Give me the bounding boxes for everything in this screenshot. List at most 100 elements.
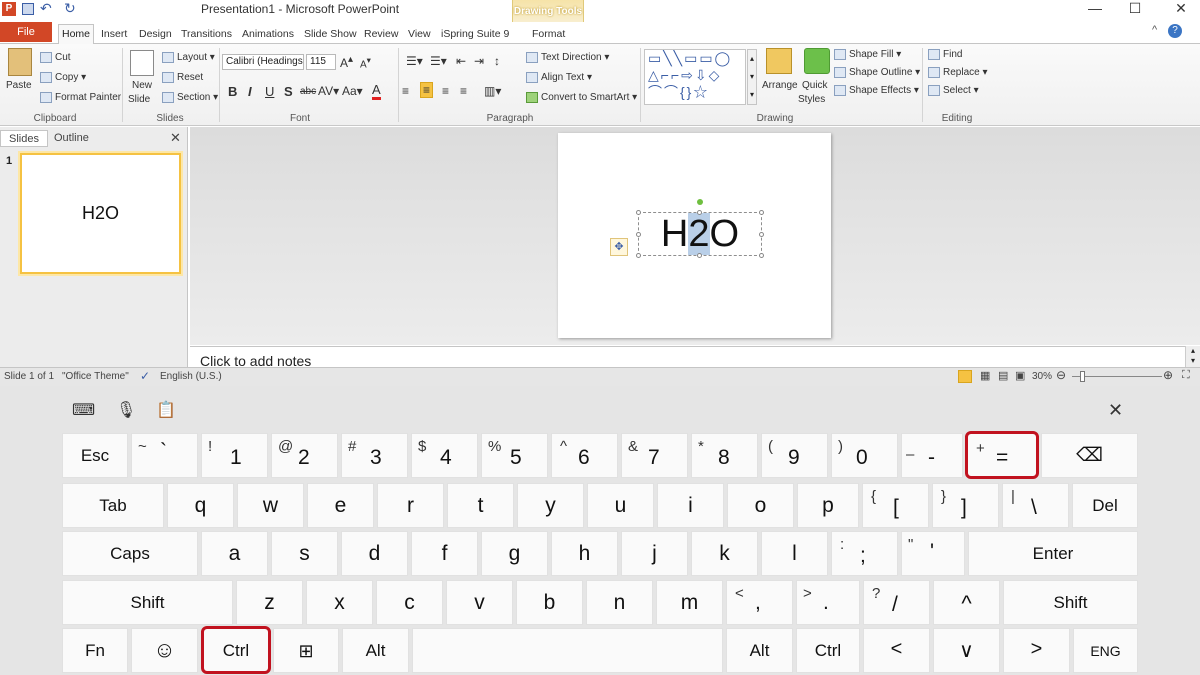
- help-icon[interactable]: ?: [1168, 24, 1182, 38]
- key-8[interactable]: * 8: [691, 433, 758, 478]
- zoom-level[interactable]: 30%: [1032, 371, 1052, 382]
- key-z[interactable]: z: [236, 580, 303, 625]
- reset-button[interactable]: Reset: [162, 72, 203, 83]
- maximize-button[interactable]: ☐: [1120, 0, 1150, 18]
- bullets-button[interactable]: ☰▾: [406, 54, 423, 68]
- key-close-bracket[interactable]: }]: [932, 483, 999, 528]
- resize-handle[interactable]: [636, 253, 641, 258]
- key-k[interactable]: k: [691, 531, 758, 576]
- zoom-out-icon[interactable]: ⊖: [1056, 368, 1066, 382]
- tab-transitions[interactable]: Transitions: [181, 26, 232, 42]
- copy-button[interactable]: Copy ▾: [40, 72, 86, 83]
- resize-handle[interactable]: [636, 232, 641, 237]
- key-3[interactable]: #3: [341, 433, 408, 478]
- slide-thumbnail[interactable]: H2O: [20, 153, 181, 274]
- shape-fill-button[interactable]: Shape Fill ▾: [834, 49, 901, 60]
- italic-button[interactable]: I: [248, 84, 252, 99]
- shadow-button[interactable]: S: [284, 84, 293, 99]
- char-spacing-button[interactable]: AV▾: [318, 84, 339, 98]
- key-n[interactable]: n: [586, 580, 653, 625]
- find-button[interactable]: Find: [928, 49, 962, 60]
- rotation-handle[interactable]: [697, 199, 703, 205]
- key-open-bracket[interactable]: {[: [862, 483, 929, 528]
- tab-design[interactable]: Design: [139, 26, 172, 42]
- key-h[interactable]: h: [551, 531, 618, 576]
- quick-styles-button-line1[interactable]: Quick: [802, 80, 828, 91]
- key-esc[interactable]: Esc: [62, 433, 128, 478]
- fit-slide-icon[interactable]: ⛶: [1182, 369, 1190, 382]
- key-del[interactable]: Del: [1072, 483, 1138, 528]
- key-v[interactable]: v: [446, 580, 513, 625]
- tab-slides-panel[interactable]: Slides: [0, 130, 48, 147]
- align-text-button[interactable]: Align Text ▾: [526, 72, 592, 83]
- key-enter[interactable]: Enter: [968, 531, 1138, 576]
- key-y[interactable]: y: [517, 483, 584, 528]
- font-size-combo[interactable]: 115: [306, 54, 336, 70]
- key-g[interactable]: g: [481, 531, 548, 576]
- replace-button[interactable]: Replace ▾: [928, 67, 988, 78]
- key-down-arrow[interactable]: ∨: [933, 628, 1000, 673]
- key-i[interactable]: i: [657, 483, 724, 528]
- shrink-font-button[interactable]: A▾: [360, 55, 371, 70]
- underline-button[interactable]: U: [265, 84, 274, 99]
- quick-styles-icon[interactable]: [804, 48, 830, 74]
- file-tab[interactable]: File: [0, 22, 52, 42]
- bold-button[interactable]: B: [228, 84, 237, 99]
- key-emoji[interactable]: ☺: [131, 628, 198, 673]
- key-l[interactable]: l: [761, 531, 828, 576]
- decrease-indent-button[interactable]: ⇤: [456, 54, 466, 68]
- arrange-icon[interactable]: [766, 48, 792, 74]
- tab-view[interactable]: View: [408, 26, 431, 42]
- key-left-arrow[interactable]: <: [863, 628, 930, 673]
- zoom-in-icon[interactable]: ⊕: [1163, 368, 1173, 382]
- slide-text[interactable]: H2O: [638, 213, 762, 255]
- key-c[interactable]: c: [376, 580, 443, 625]
- tab-review[interactable]: Review: [364, 26, 398, 42]
- shapes-gallery[interactable]: ▭╲╲▭▭◯ △⌐⌐⇨⇩◇ ⌒⌒{}☆: [644, 49, 746, 105]
- language[interactable]: English (U.S.): [160, 371, 222, 382]
- close-window-button[interactable]: ✕: [1166, 0, 1196, 18]
- convert-smartart-button[interactable]: Convert to SmartArt ▾: [526, 92, 637, 103]
- key-s[interactable]: s: [271, 531, 338, 576]
- text-direction-button[interactable]: Text Direction ▾: [526, 52, 609, 63]
- key-language[interactable]: ENG: [1073, 628, 1138, 673]
- key-9[interactable]: (9: [761, 433, 828, 478]
- key-backslash[interactable]: | \: [1002, 483, 1069, 528]
- key-alt-right[interactable]: Alt: [726, 628, 793, 673]
- key-p[interactable]: p: [797, 483, 859, 528]
- key-t[interactable]: t: [447, 483, 514, 528]
- format-painter-button[interactable]: Format Painter: [40, 92, 121, 103]
- tab-outline-panel[interactable]: Outline: [46, 130, 97, 147]
- key-0[interactable]: ) 0: [831, 433, 898, 478]
- microphone-icon[interactable]: 🎙: [116, 400, 136, 420]
- minimize-button[interactable]: —: [1080, 0, 1110, 18]
- cut-button[interactable]: Cut: [40, 52, 71, 63]
- resize-handle[interactable]: [759, 210, 764, 215]
- resize-handle[interactable]: [759, 253, 764, 258]
- key-alt-left[interactable]: Alt: [342, 628, 409, 673]
- font-name-combo[interactable]: Calibri (Headings: [222, 54, 304, 70]
- font-color-button[interactable]: A: [372, 82, 381, 100]
- close-keyboard-button[interactable]: ✕: [1108, 400, 1123, 421]
- tab-insert[interactable]: Insert: [101, 26, 127, 42]
- tab-home[interactable]: Home: [58, 24, 94, 45]
- key-2[interactable]: @2: [271, 433, 338, 478]
- resize-handle[interactable]: [636, 210, 641, 215]
- key-equals[interactable]: + =: [965, 431, 1039, 479]
- key-comma[interactable]: <,: [726, 580, 793, 625]
- key-space[interactable]: [412, 628, 723, 673]
- key-minus[interactable]: – -: [901, 433, 963, 478]
- key-d[interactable]: d: [341, 531, 408, 576]
- tab-slide-show[interactable]: Slide Show: [304, 26, 357, 42]
- shape-effects-button[interactable]: Shape Effects ▾: [834, 85, 919, 96]
- align-right-button[interactable]: ≡: [442, 84, 449, 98]
- align-left-button[interactable]: ≡: [402, 84, 409, 98]
- key-1[interactable]: ! 1: [201, 433, 268, 478]
- key-ctrl-right[interactable]: Ctrl: [796, 628, 860, 673]
- spelling-icon[interactable]: ✓: [140, 369, 150, 383]
- key-slash[interactable]: ? /: [863, 580, 930, 625]
- key-f[interactable]: f: [411, 531, 478, 576]
- grow-font-button[interactable]: A▴: [340, 54, 353, 70]
- shape-outline-button[interactable]: Shape Outline ▾: [834, 67, 920, 78]
- change-case-button[interactable]: Aa▾: [342, 84, 363, 98]
